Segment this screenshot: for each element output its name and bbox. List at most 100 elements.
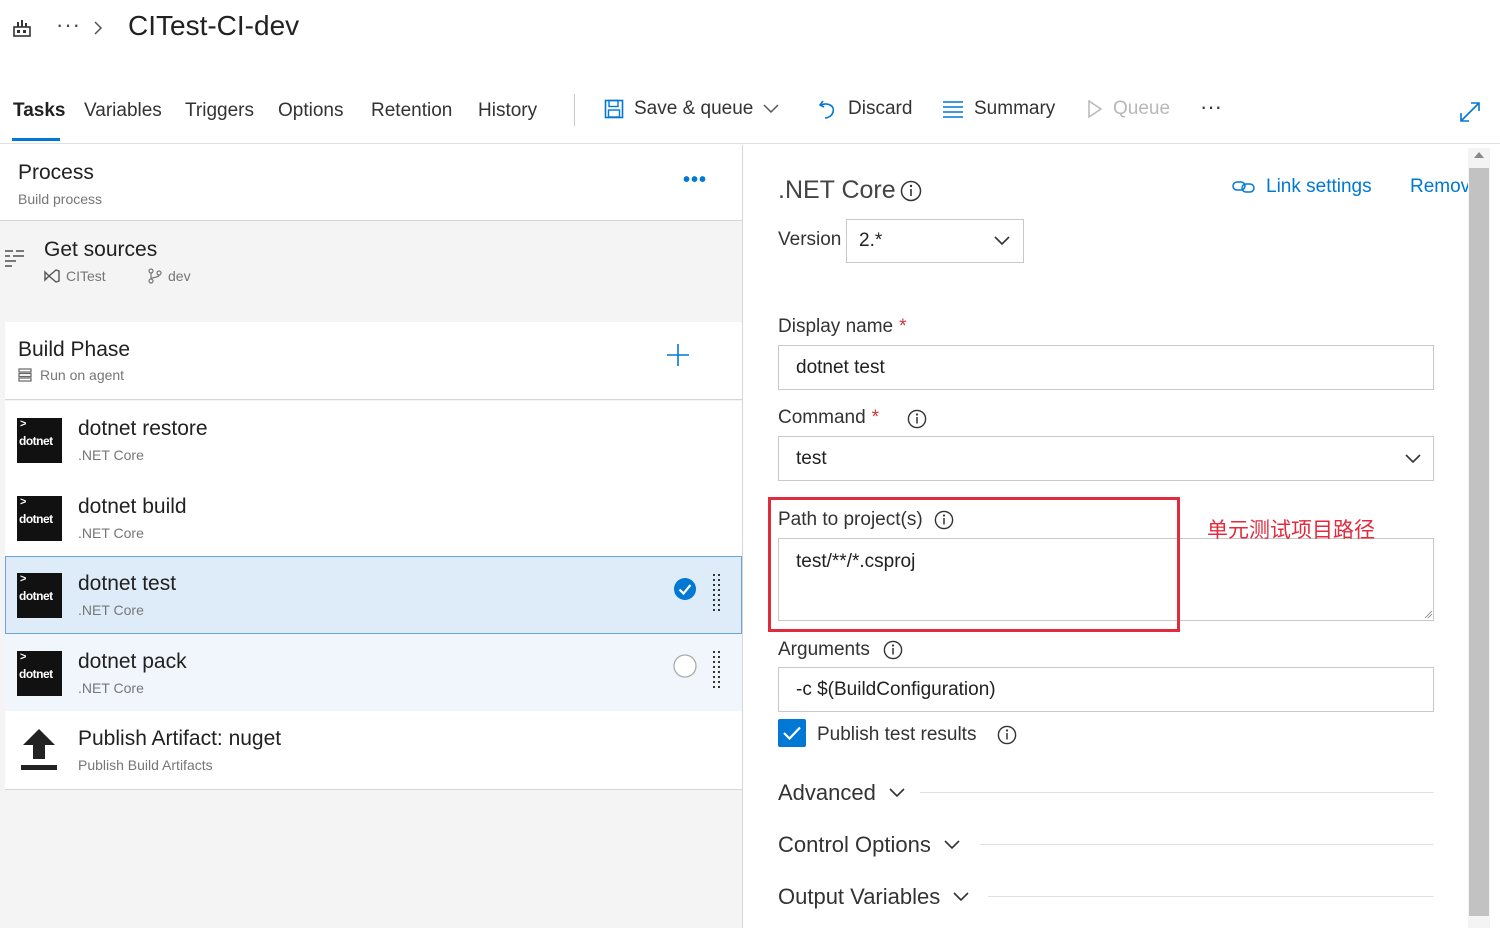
build-phase-subtitle: Run on agent [18,367,124,383]
link-settings-button[interactable]: Link settings [1232,176,1372,198]
display-name-value: dotnet test [796,356,885,378]
tab-retention[interactable]: Retention [371,100,452,122]
summary-label: Summary [974,98,1056,119]
section-divider [980,844,1434,845]
arguments-input[interactable]: -c $(BuildConfiguration) [778,667,1434,712]
dotnet-logo-icon: > dotnet [17,418,62,463]
command-select[interactable]: test [778,436,1434,481]
get-sources-item[interactable]: Get sources CITest dev [0,222,742,322]
server-icon [18,368,32,382]
required-mark: * [899,316,907,337]
breadcrumb-more-button[interactable]: ··· [56,12,81,38]
command-value: test [796,447,827,469]
resize-grip-icon[interactable] [1424,610,1433,619]
chevron-down-icon [1405,454,1421,464]
dotnet-logo-icon: > dotnet [17,651,62,696]
chevron-down-icon [994,236,1010,246]
version-value: 2.* [859,230,883,251]
upload-icon [21,729,57,770]
chevron-down-icon [944,840,960,850]
breadcrumb-chevron-icon [94,21,103,35]
repo-name: CITest [66,268,106,284]
process-subtitle: Build process [18,191,103,207]
toolbar-more-button[interactable]: ··· [1200,94,1222,120]
scrollbar-thumb[interactable] [1469,168,1489,916]
select-circle-icon[interactable] [673,654,697,678]
repo-info: CITest [44,268,106,284]
process-title: Process [18,161,94,184]
arguments-value: -c $(BuildConfiguration) [796,678,996,700]
task-item-dotnet-build[interactable]: > dotnet dotnet build .NET Core [5,479,742,557]
discard-button[interactable]: Discard [818,98,912,120]
required-mark: * [871,407,880,428]
toolbar-divider [574,94,575,126]
checkmark-circle-icon[interactable] [673,577,697,601]
tab-toolbar: Tasks Variables Triggers Options Retenti… [0,82,1500,144]
section-label: Output Variables [778,884,941,909]
scroll-up-arrow-icon[interactable] [1472,150,1486,160]
publish-test-results-checkbox[interactable] [778,719,806,747]
remove-button[interactable]: Remove [1398,176,1468,198]
task-type: .NET Core [78,680,144,696]
build-phase-agent: Run on agent [40,367,125,383]
info-icon[interactable] [997,725,1017,745]
checkmark-icon [783,726,801,741]
task-item-dotnet-test[interactable]: > dotnet dotnet test .NET Core [5,556,742,634]
queue-button[interactable]: Queue [1087,98,1170,120]
drag-handle-icon[interactable] [712,573,722,613]
build-phase-header[interactable]: Build Phase Run on agent [5,322,742,400]
info-icon[interactable] [883,640,903,660]
save-queue-label: Save & queue [634,98,754,119]
list-icon [943,101,963,118]
info-icon[interactable] [900,180,922,202]
vs-repo-icon [44,269,60,283]
tab-variables[interactable]: Variables [84,100,162,122]
task-item-dotnet-pack[interactable]: > dotnet dotnet pack .NET Core [5,634,742,712]
dotnet-logo-icon: > dotnet [17,496,62,541]
output-variables-section-toggle[interactable]: Output Variables [778,884,970,910]
play-icon [1088,99,1103,119]
active-tab-indicator [12,138,60,141]
chevron-down-icon [763,104,779,114]
display-name-input[interactable]: dotnet test [778,345,1434,390]
process-more-button[interactable]: ••• [683,169,707,192]
control-options-section-toggle[interactable]: Control Options [778,832,961,858]
branch-info: dev [148,268,191,284]
summary-button[interactable]: Summary [942,98,1055,120]
tab-history[interactable]: History [478,100,537,122]
section-divider [988,896,1434,897]
task-type: Publish Build Artifacts [78,757,213,773]
task-item-dotnet-restore[interactable]: > dotnet dotnet restore .NET Core [5,401,742,479]
display-name-label: Display name * [778,316,907,337]
task-item-publish-artifact[interactable]: Publish Artifact: nuget Publish Build Ar… [5,711,742,790]
task-name: dotnet pack [78,650,187,673]
section-label: Advanced [778,780,876,805]
drag-handle-icon[interactable] [712,650,722,690]
task-name: dotnet test [78,572,177,595]
task-name: dotnet restore [78,417,208,440]
build-pipeline-icon[interactable] [12,18,32,38]
info-icon[interactable] [907,409,927,429]
chevron-down-icon [889,788,905,798]
task-title: .NET Core [778,176,896,204]
expand-icon[interactable] [1458,100,1482,124]
tab-options[interactable]: Options [278,100,343,122]
add-task-icon[interactable] [665,342,691,368]
save-icon [604,99,624,119]
link-settings-label: Link settings [1266,176,1372,197]
task-name: dotnet build [78,495,187,518]
queue-label: Queue [1113,98,1171,119]
process-header[interactable]: Process Build process ••• [0,145,742,221]
chevron-down-icon [953,892,969,902]
save-queue-button[interactable]: Save & queue [604,98,779,120]
branch-icon [148,268,162,284]
get-sources-title: Get sources [44,238,158,261]
annotation-text: 单元测试项目路径 [1207,518,1375,542]
publish-test-results-label: Publish test results [817,724,977,745]
page-title: CITest-CI-dev [128,10,300,41]
get-sources-icon [5,250,24,267]
advanced-section-toggle[interactable]: Advanced [778,780,906,806]
task-type: .NET Core [78,525,144,541]
tab-triggers[interactable]: Triggers [185,100,254,122]
tab-tasks[interactable]: Tasks [13,100,65,122]
